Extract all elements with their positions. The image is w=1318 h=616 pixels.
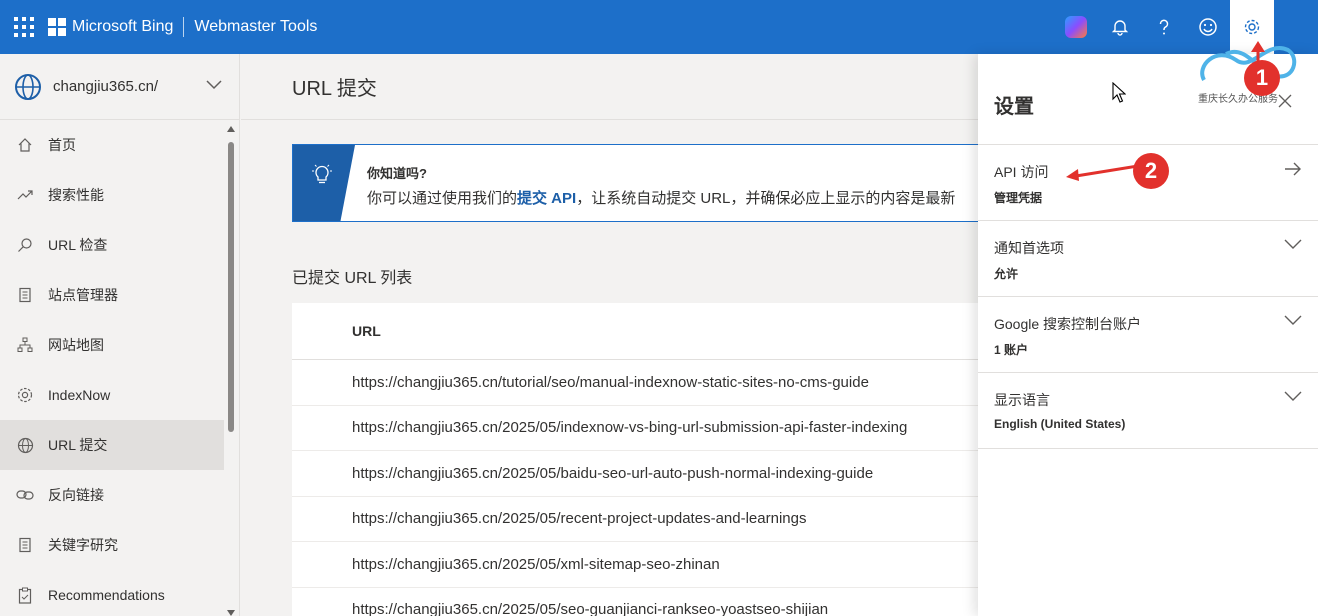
- main-content: URL 提交 你知道吗? 你可以通过使用我们的提交 API，让系统自动提交 UR…: [241, 54, 992, 616]
- mouse-cursor-icon: [1112, 82, 1126, 103]
- close-icon[interactable]: [1278, 94, 1292, 108]
- notifications-button[interactable]: [1098, 0, 1142, 54]
- settings-section-label: API 访问: [994, 164, 1049, 180]
- tip-text-after: ，让系统自动提交 URL，并确保必应上显示的内容是最新: [576, 190, 956, 207]
- sidebar-item-label: 站点管理器: [48, 287, 118, 303]
- sidebar-item-label: URL 检查: [48, 237, 108, 253]
- tip-banner: 你知道吗? 你可以通过使用我们的提交 API，让系统自动提交 URL，并确保必应…: [292, 144, 992, 222]
- sidebar-item-label: 首页: [48, 137, 76, 153]
- submitted-url-table: URL https://changjiu365.cn/tutorial/seo/…: [292, 303, 992, 616]
- table-row[interactable]: https://changjiu365.cn/2025/05/xml-sitem…: [292, 542, 992, 588]
- annotation-badge-1: 1: [1244, 60, 1280, 96]
- settings-title: 设置: [994, 96, 1034, 118]
- site-picker[interactable]: changjiu365.cn/: [0, 54, 239, 120]
- brand-divider: [183, 17, 185, 37]
- gear-icon: [16, 386, 34, 404]
- lightbulb-icon: [312, 164, 332, 184]
- annotation-arrow-2: [1066, 164, 1138, 181]
- globe-icon: [15, 73, 41, 100]
- settings-section-value: English (United States): [994, 417, 1126, 431]
- sidebar-item-label: 网站地图: [48, 337, 104, 353]
- top-bar: Microsoft Bing Webmaster Tools: [0, 0, 1318, 54]
- settings-panel: 设置 API 访问 管理凭据 通知首选项 允许 Google 搜索控制台账户 1…: [978, 54, 1318, 616]
- list-title: 已提交 URL 列表: [292, 270, 413, 287]
- settings-section-label: 显示语言: [994, 392, 1050, 408]
- clipboard-icon: [16, 586, 34, 604]
- smiley-icon: [1199, 18, 1217, 36]
- chevron-down-icon[interactable]: [1284, 390, 1302, 402]
- chevron-down-icon[interactable]: [206, 80, 222, 90]
- settings-section-label: 通知首选项: [994, 240, 1064, 256]
- settings-notification-preferences[interactable]: 通知首选项 允许: [978, 220, 1318, 296]
- scroll-up-icon[interactable]: [227, 126, 235, 132]
- settings-section-label: Google 搜索控制台账户: [994, 316, 1142, 332]
- sidebar-item-recommendations[interactable]: Recommendations: [0, 570, 224, 616]
- submission-api-link[interactable]: 提交 API: [517, 190, 576, 207]
- settings-section-value: 管理凭据: [994, 191, 1043, 205]
- sidebar-nav: 首页 搜索性能 URL 检查 站点管理器 网站地图 IndexNow URL 提…: [0, 120, 224, 616]
- bell-icon: [1111, 20, 1129, 36]
- sidebar-item-home[interactable]: 首页: [0, 120, 224, 170]
- help-button[interactable]: [1142, 0, 1186, 54]
- sidebar-item-sitemaps[interactable]: 网站地图: [0, 320, 224, 370]
- sidebar-item-url-submission[interactable]: URL 提交: [0, 420, 224, 470]
- chevron-down-icon[interactable]: [1284, 238, 1302, 250]
- sidebar-item-keyword-research[interactable]: 关键字研究: [0, 520, 224, 570]
- product-name[interactable]: Webmaster Tools: [194, 18, 317, 36]
- settings-divider: [978, 448, 1318, 449]
- sidebar: changjiu365.cn/ 首页 搜索性能 URL 检查 站点管理器 网站地…: [0, 54, 240, 616]
- scroll-down-icon[interactable]: [227, 610, 235, 616]
- sidebar-item-label: Recommendations: [48, 587, 165, 603]
- sidebar-item-label: 反向链接: [48, 487, 104, 503]
- document-icon: [16, 286, 34, 304]
- tip-title: 你知道吗?: [367, 166, 427, 181]
- sidebar-item-label: IndexNow: [48, 387, 111, 403]
- chevron-down-icon[interactable]: [1284, 314, 1302, 326]
- gear-icon: [1244, 19, 1260, 35]
- apps-icon[interactable]: [14, 17, 34, 37]
- table-header-url[interactable]: URL: [292, 303, 992, 360]
- settings-section-value: 1 账户: [994, 343, 1029, 357]
- page-title: URL 提交: [241, 54, 978, 120]
- link-icon: [16, 486, 34, 504]
- settings-google-search-console[interactable]: Google 搜索控制台账户 1 账户: [978, 296, 1318, 372]
- search-icon: [16, 236, 34, 254]
- sidebar-item-backlinks[interactable]: 反向链接: [0, 470, 224, 520]
- sidebar-item-search-performance[interactable]: 搜索性能: [0, 170, 224, 220]
- table-row[interactable]: https://changjiu365.cn/2025/05/recent-pr…: [292, 497, 992, 542]
- settings-section-value: 允许: [994, 267, 1019, 281]
- scrollbar-thumb[interactable]: [228, 142, 234, 432]
- copilot-button[interactable]: [1054, 0, 1098, 54]
- microsoft-logo-icon: [48, 18, 66, 36]
- sidebar-scrollbar[interactable]: [226, 126, 236, 616]
- home-icon: [16, 136, 34, 154]
- tip-text: 你可以通过使用我们的提交 API，让系统自动提交 URL，并确保必应上显示的内容…: [367, 187, 955, 208]
- copilot-icon: [1065, 16, 1087, 38]
- document-icon: [16, 536, 34, 554]
- sidebar-item-site-explorer[interactable]: 站点管理器: [0, 270, 224, 320]
- table-row[interactable]: https://changjiu365.cn/2025/05/indexnow-…: [292, 406, 992, 451]
- sidebar-item-label: 搜索性能: [48, 187, 104, 203]
- site-name: changjiu365.cn/: [53, 78, 159, 95]
- sidebar-item-indexnow[interactable]: IndexNow: [0, 370, 224, 420]
- arrow-right-icon[interactable]: [1284, 162, 1302, 176]
- table-row[interactable]: https://changjiu365.cn/tutorial/seo/manu…: [292, 360, 992, 406]
- help-icon: [1159, 19, 1169, 35]
- annotation-badge-2: 2: [1133, 153, 1169, 189]
- sidebar-item-label: URL 提交: [48, 437, 108, 453]
- table-row[interactable]: https://changjiu365.cn/2025/05/seo-guanj…: [292, 588, 992, 616]
- settings-display-language[interactable]: 显示语言 English (United States): [978, 372, 1318, 448]
- table-row[interactable]: https://changjiu365.cn/2025/05/baidu-seo…: [292, 451, 992, 497]
- sitemap-icon: [16, 336, 34, 354]
- sidebar-item-url-inspection[interactable]: URL 检查: [0, 220, 224, 270]
- trend-icon: [16, 186, 34, 204]
- sidebar-item-label: 关键字研究: [48, 537, 118, 553]
- tip-text-before: 你可以通过使用我们的: [367, 190, 518, 207]
- globe-icon: [16, 436, 34, 454]
- brand-name[interactable]: Microsoft Bing: [72, 18, 173, 36]
